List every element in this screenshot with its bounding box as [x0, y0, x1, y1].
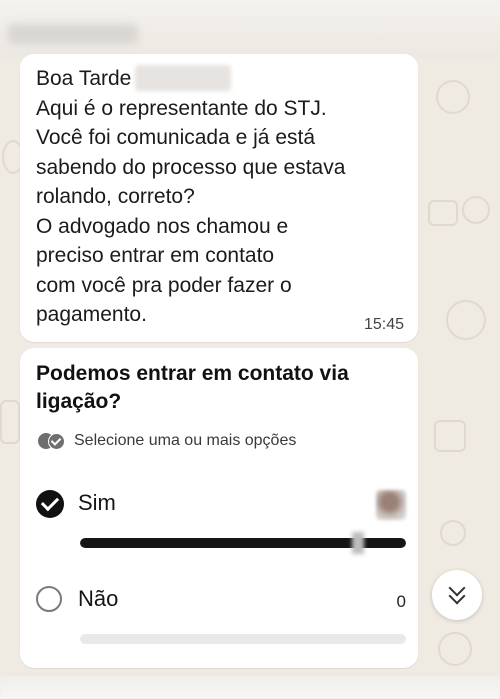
- message-line: O advogado nos chamou e: [36, 214, 289, 238]
- message-line: rolando, correto?: [36, 185, 195, 208]
- wallpaper-doodle: [434, 420, 466, 452]
- message-line: Você foi comunicada e já está: [36, 126, 316, 149]
- message-greeting: Boa Tarde: [36, 67, 132, 90]
- double-check-icon: [38, 432, 68, 450]
- contact-name-redacted: [8, 24, 138, 44]
- poll-question: Podemos entrar em contato via ligação?: [36, 362, 349, 413]
- message-bubble[interactable]: Boa Tarde Aqui é o representante do STJ.…: [20, 54, 418, 342]
- wallpaper-doodle: [0, 400, 20, 444]
- poll-option-sim[interactable]: Sim: [36, 488, 406, 554]
- message-line: sabendo do processo que estava: [36, 155, 346, 179]
- poll-option-nao[interactable]: Não 0: [36, 584, 406, 644]
- wallpaper-doodle: [428, 200, 458, 226]
- poll-hint-row: Selecione uma ou mais opções: [38, 432, 296, 450]
- message-line: preciso entrar em contato: [36, 244, 275, 267]
- poll-option-vote-count: 0: [396, 592, 406, 611]
- scroll-to-bottom-button[interactable]: [432, 570, 482, 620]
- radio-empty-icon[interactable]: [36, 586, 62, 612]
- wallpaper-doodle: [446, 300, 486, 340]
- chat-header: [0, 0, 500, 58]
- wallpaper-doodle: [438, 632, 472, 666]
- voter-avatar[interactable]: [376, 490, 406, 520]
- message-text: Boa Tarde Aqui é o representante do STJ.…: [36, 64, 408, 330]
- wallpaper-doodle: [462, 196, 490, 224]
- poll-message: Podemos entrar em contato via ligação? S…: [20, 348, 418, 668]
- message-timestamp: 15:45: [363, 316, 404, 333]
- check-filled-icon[interactable]: [36, 490, 64, 518]
- chevrons-down-icon: [448, 579, 466, 605]
- wallpaper-doodle: [436, 80, 470, 114]
- poll-hint: Selecione uma ou mais opções: [74, 432, 297, 449]
- recipient-name-redacted: [135, 65, 232, 91]
- poll-option-label: Sim: [78, 490, 116, 515]
- message-line: com você pra poder fazer o: [36, 273, 292, 297]
- message-line: Aqui é o representante do STJ.: [36, 96, 327, 120]
- poll-progress-bar: [80, 634, 406, 644]
- poll-option-label: Não: [78, 586, 119, 611]
- message-line: pagamento.: [36, 303, 147, 326]
- bottom-bar: [0, 676, 500, 699]
- wallpaper-doodle: [440, 520, 466, 546]
- redaction-blur: [352, 532, 364, 554]
